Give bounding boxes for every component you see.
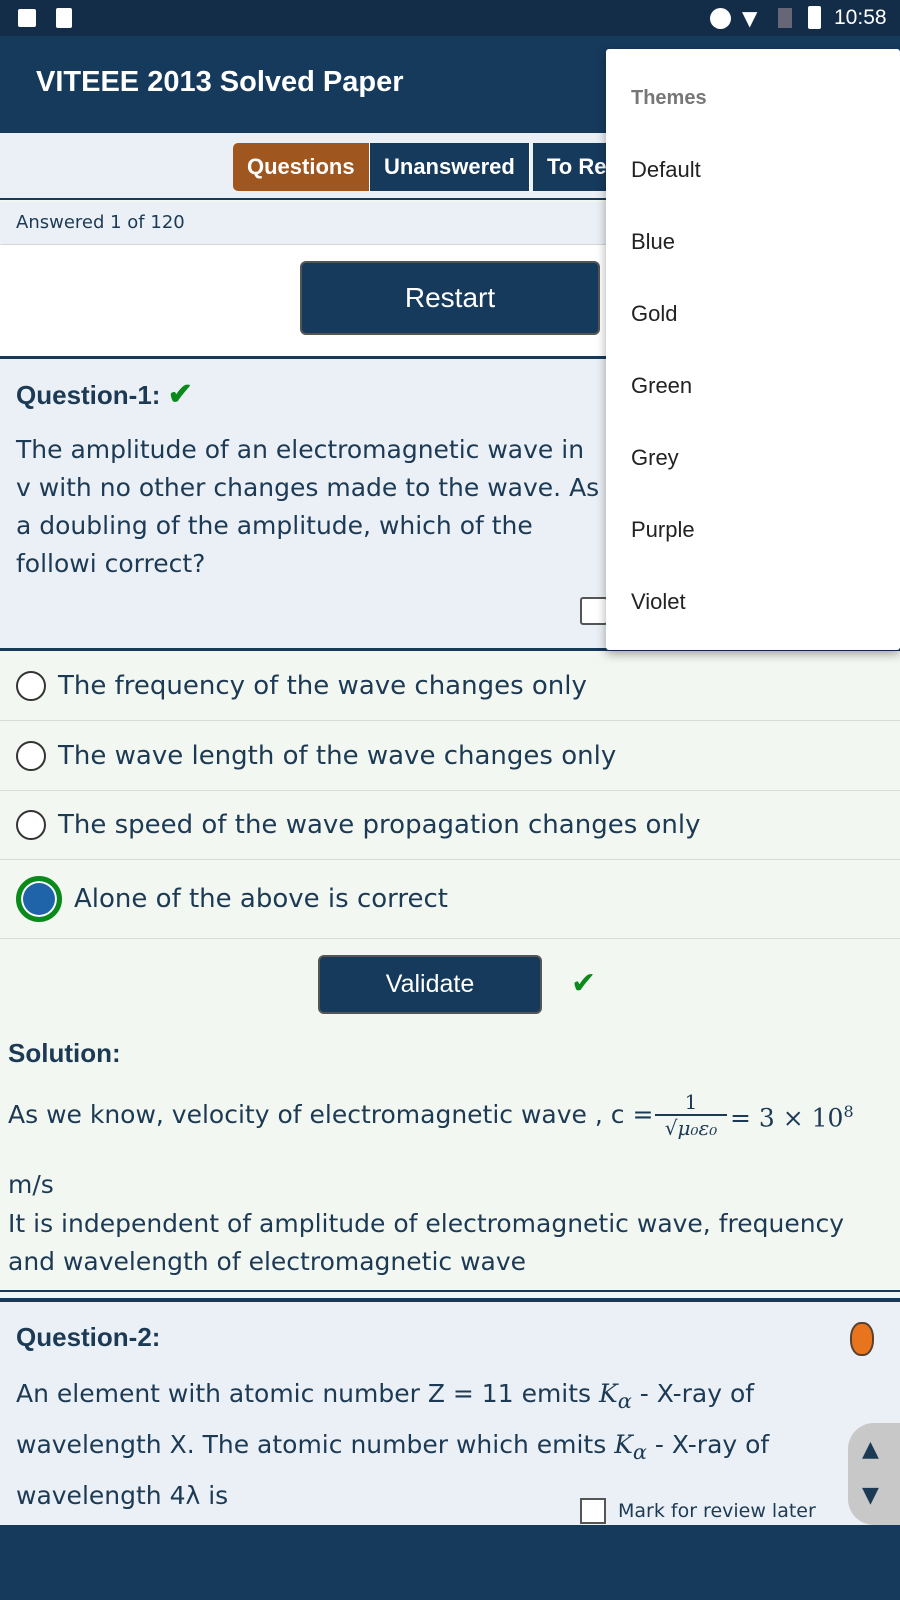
question-text: An element with atomic number Z = 11 emi…	[16, 1372, 896, 1518]
wifi-icon: ▼	[742, 6, 758, 30]
question-text: The amplitude of an electromagnetic wave…	[16, 435, 600, 578]
fraction: 1 √μ₀ε₀	[655, 1090, 727, 1140]
text: wavelength X. The atomic number which em…	[16, 1430, 607, 1459]
solution-line-1: As we know, velocity of electromagnetic …	[8, 1100, 653, 1129]
alpha-subscript: α	[632, 1440, 647, 1464]
text: An element with atomic number Z = 11 emi…	[16, 1379, 592, 1408]
equation-text: = 3 × 10	[730, 1103, 844, 1133]
menu-item-blue[interactable]: Blue	[631, 229, 675, 255]
validated-check-icon: ✔	[571, 966, 597, 1001]
correct-check-icon: ✔	[167, 378, 193, 411]
fraction-denominator: √μ₀ε₀	[664, 1116, 718, 1140]
dnd-icon	[710, 8, 731, 29]
bottom-bar	[0, 1525, 900, 1600]
menu-item-violet[interactable]: Violet	[631, 589, 686, 615]
mark-review-checkbox[interactable]	[580, 597, 608, 625]
menu-item-grey[interactable]: Grey	[631, 445, 679, 471]
k-symbol: K	[599, 1379, 618, 1408]
tab-questions[interactable]: Questions	[233, 143, 370, 191]
option-label: The frequency of the wave changes only	[58, 671, 587, 701]
font-notification-icon	[56, 8, 72, 28]
option-3[interactable]: The speed of the wave propagation change…	[0, 791, 900, 860]
solution-heading: Solution:	[8, 1038, 121, 1068]
themes-menu: Themes Default Blue Gold Green Grey Purp…	[606, 49, 900, 650]
radio-button[interactable]	[16, 741, 46, 771]
text: - X-ray of	[639, 1379, 755, 1408]
radio-button[interactable]	[16, 671, 46, 701]
question-heading: Question-1: ✔	[16, 377, 193, 412]
option-label: The wave length of the wave changes only	[58, 741, 617, 771]
menu-item-green[interactable]: Green	[631, 373, 692, 399]
fraction-numerator: 1	[655, 1090, 727, 1116]
clock: 10:58	[834, 6, 887, 29]
radio-button[interactable]	[16, 810, 46, 840]
option-4-selected[interactable]: Alone of the above is correct	[0, 860, 900, 939]
validate-button[interactable]: Validate	[318, 955, 542, 1014]
scroll-up-icon[interactable]: ▲	[862, 1437, 879, 1462]
gallery-notification-icon	[18, 9, 36, 27]
battery-charging-icon	[808, 6, 821, 29]
option-2[interactable]: The wave length of the wave changes only	[0, 722, 900, 791]
signal-icon	[778, 8, 792, 28]
alpha-subscript: α	[617, 1389, 632, 1413]
mark-review-label[interactable]: Mark for review later	[618, 1500, 816, 1522]
menu-header: Themes	[631, 87, 707, 109]
menu-item-purple[interactable]: Purple	[631, 517, 695, 543]
solution-equation: = 3 × 108	[730, 1102, 854, 1132]
text: wavelength 4λ is	[16, 1481, 229, 1510]
option-1[interactable]: The frequency of the wave changes only	[0, 652, 900, 721]
solution-line-2: It is independent of amplitude of electr…	[8, 1209, 845, 1276]
restart-button[interactable]: Restart	[300, 261, 600, 335]
question-heading: Question-2:	[16, 1322, 161, 1352]
option-label: The speed of the wave propagation change…	[58, 810, 701, 840]
solution-text: As we know, velocity of electromagnetic …	[8, 1100, 654, 1129]
app-title: VITEEE 2013 Solved Paper	[36, 66, 404, 98]
bug-report-icon[interactable]	[850, 1322, 874, 1356]
option-label: Alone of the above is correct	[74, 884, 448, 914]
divider	[0, 1290, 900, 1292]
solution-unit: m/s	[8, 1170, 54, 1199]
radio-button-selected[interactable]	[16, 876, 62, 922]
tab-unanswered[interactable]: Unanswered	[370, 143, 530, 191]
text: - X-ray of	[654, 1430, 770, 1459]
question-2: Question-2: An element with atomic numbe…	[0, 1298, 900, 1525]
scroll-down-icon[interactable]: ▼	[862, 1483, 879, 1508]
question-number: Question-1:	[16, 380, 161, 410]
k-symbol: K	[614, 1430, 633, 1459]
scroll-nav: ▲ ▼	[848, 1423, 900, 1525]
menu-item-gold[interactable]: Gold	[631, 301, 677, 327]
status-bar: ▼ 10:58	[0, 0, 900, 36]
exponent: 8	[843, 1102, 854, 1121]
mark-review-checkbox[interactable]	[580, 1498, 606, 1524]
menu-item-default[interactable]: Default	[631, 157, 701, 183]
